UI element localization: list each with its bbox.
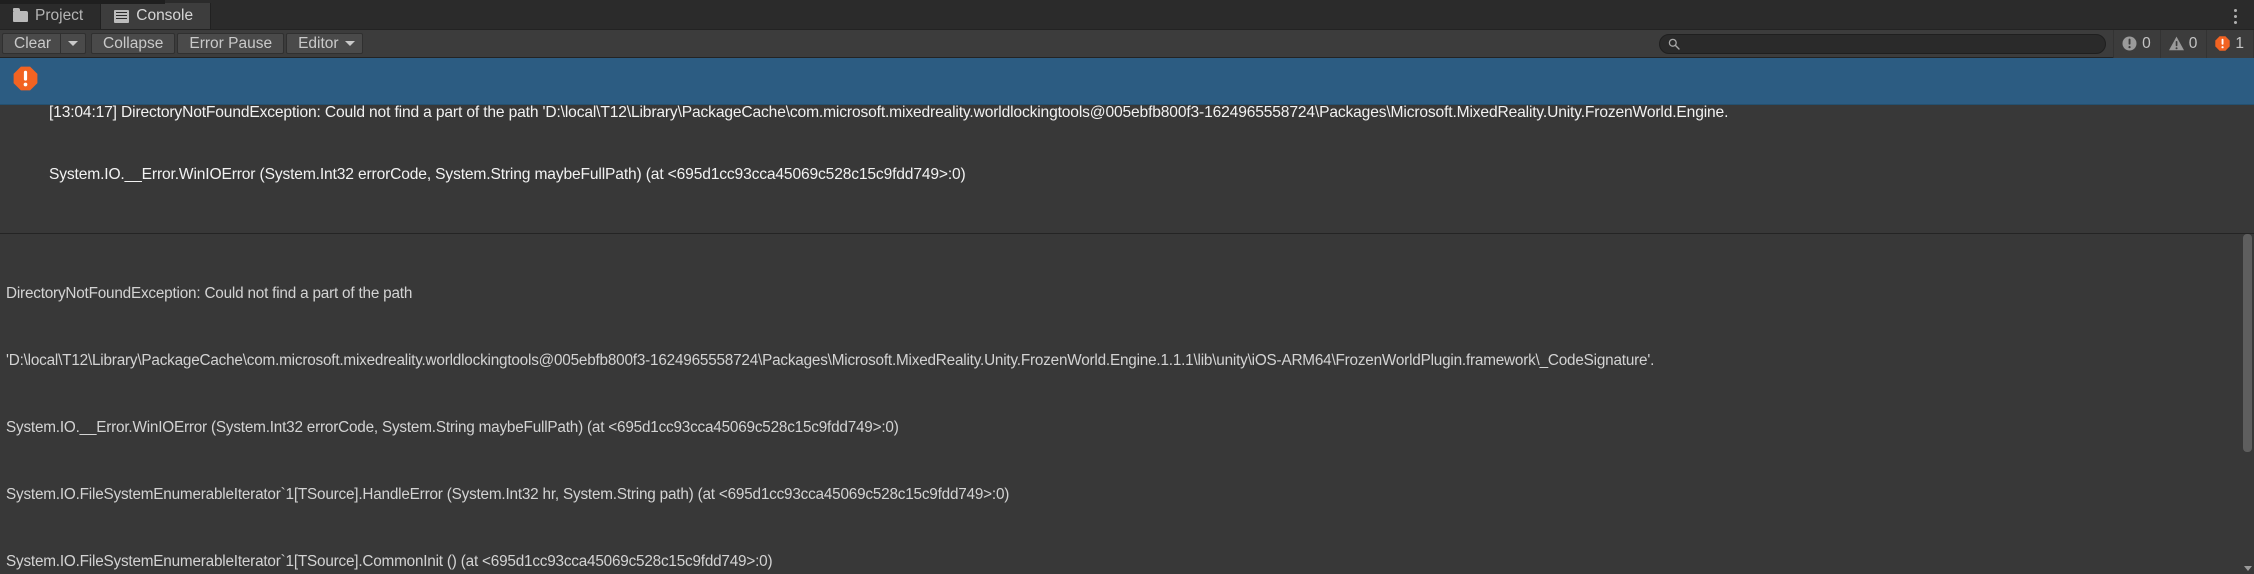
scroll-down-icon[interactable]	[2244, 566, 2252, 571]
console-message-line-1: [13:04:17] DirectoryNotFoundException: C…	[49, 104, 1729, 121]
error-counter-value: 1	[2235, 34, 2244, 52]
console-message-list[interactable]: [13:04:17] DirectoryNotFoundException: C…	[0, 58, 2254, 234]
stack-trace-line: System.IO.__Error.WinIOError (System.Int…	[6, 418, 899, 436]
warning-badge-icon	[2168, 35, 2185, 52]
error-pause-button-label: Error Pause	[189, 34, 273, 52]
error-badge-icon	[2214, 35, 2231, 52]
clear-button[interactable]: Clear	[2, 33, 61, 54]
search-field-wrapper	[1659, 33, 2107, 54]
editor-dropdown-button[interactable]: Editor	[286, 33, 363, 54]
info-badge-icon	[2121, 35, 2138, 52]
document-icon	[114, 9, 130, 23]
unity-console-window: Project Console Clear Collapse Error Pau…	[0, 0, 2254, 574]
info-counter[interactable]: 0	[2113, 29, 2160, 58]
clear-dropdown-button[interactable]	[60, 33, 87, 54]
stack-trace-line: 'D:\local\T12\Library\PackageCache\com.m…	[6, 351, 1655, 369]
error-pause-toggle-button[interactable]: Error Pause	[177, 33, 285, 54]
log-counters: 0 0 1	[2113, 29, 2254, 58]
info-counter-value: 0	[2142, 34, 2151, 52]
tab-project[interactable]: Project	[0, 3, 102, 29]
window-tab-strip: Project Console	[0, 0, 2254, 30]
stack-trace-line: DirectoryNotFoundException: Could not fi…	[6, 284, 413, 302]
console-detail-pane[interactable]: DirectoryNotFoundException: Could not fi…	[0, 234, 2254, 574]
stack-trace-line: System.IO.FileSystemEnumerableIterator`1…	[6, 485, 1010, 503]
console-message-row[interactable]: [13:04:17] DirectoryNotFoundException: C…	[0, 58, 2254, 183]
detail-vertical-scrollbar[interactable]	[2241, 234, 2254, 574]
collapse-toggle-button[interactable]: Collapse	[91, 33, 176, 54]
warning-counter-value: 0	[2188, 34, 2198, 52]
chevron-down-icon	[68, 41, 79, 46]
chevron-down-icon	[344, 41, 355, 46]
stack-trace-line: System.IO.FileSystemEnumerableIterator`1…	[6, 552, 773, 570]
tab-console[interactable]: Console	[101, 3, 212, 29]
clear-button-label: Clear	[14, 34, 52, 52]
console-message-line-2: System.IO.__Error.WinIOError (System.Int…	[49, 165, 966, 183]
console-message-text: [13:04:17] DirectoryNotFoundException: C…	[49, 62, 2246, 226]
kebab-menu-icon[interactable]	[2222, 3, 2248, 29]
tab-console-label: Console	[136, 7, 194, 24]
error-counter[interactable]: 1	[2206, 29, 2254, 58]
warning-counter[interactable]: 0	[2159, 29, 2207, 58]
tab-project-label: Project	[35, 7, 84, 24]
scrollbar-thumb[interactable]	[2243, 234, 2252, 452]
collapse-button-label: Collapse	[103, 34, 164, 52]
console-toolbar: Clear Collapse Error Pause Editor 0 0 1	[0, 29, 2254, 58]
editor-button-label: Editor	[298, 34, 339, 52]
stack-trace-text: DirectoryNotFoundException: Could not fi…	[6, 238, 2254, 574]
error-icon	[12, 65, 39, 92]
search-input[interactable]	[1659, 33, 2107, 54]
folder-icon	[13, 10, 28, 23]
